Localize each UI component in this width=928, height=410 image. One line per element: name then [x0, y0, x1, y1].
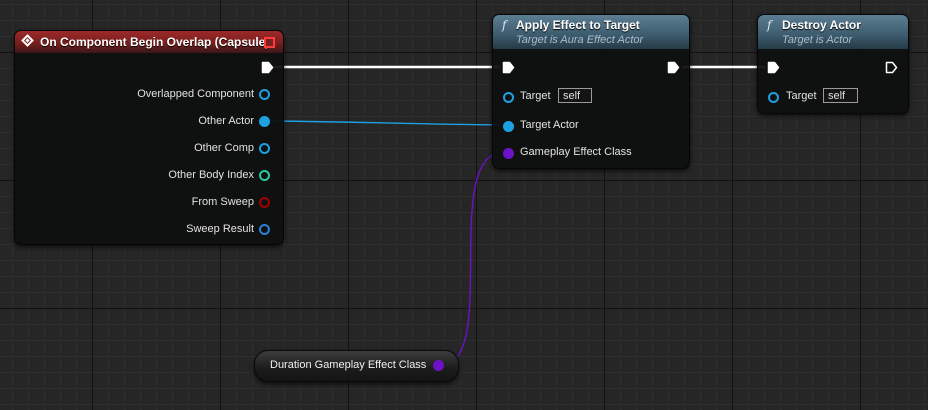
destroy-target-default-field[interactable]: self [823, 88, 858, 103]
other-comp-pin[interactable] [259, 143, 270, 154]
apply-effect-to-target-node[interactable]: f Apply Effect to Target Target is Aura … [492, 14, 690, 169]
pin-label-other-body-index: Other Body Index [168, 169, 254, 181]
apply-node-subtitle: Target is Aura Effect Actor [516, 34, 644, 46]
other-actor-wire[interactable] [267, 120, 505, 126]
event-red-square-icon [264, 37, 275, 48]
destroy-node-subtitle: Target is Actor [782, 34, 853, 46]
apply-target-label: Target [520, 90, 551, 102]
target-actor-pin[interactable] [503, 121, 514, 132]
overlapped-component-pin[interactable] [259, 89, 270, 100]
function-icon: f [502, 18, 507, 32]
target-actor-label: Target Actor [520, 119, 579, 131]
event-node-title: On Component Begin Overlap (Capsule) [40, 35, 270, 49]
destroy-target-pin[interactable] [768, 92, 779, 103]
pin-label-overlapped-component: Overlapped Component [137, 88, 254, 100]
event-exec-out-pin[interactable] [261, 61, 274, 74]
destroy-exec-in-pin[interactable] [767, 61, 780, 74]
pin-label-other-comp: Other Comp [194, 142, 254, 154]
sweep-result-pin[interactable] [259, 224, 270, 235]
apply-node-header[interactable]: f Apply Effect to Target Target is Aura … [493, 15, 689, 49]
pin-label-other-actor: Other Actor [198, 115, 254, 127]
from-sweep-pin[interactable] [259, 197, 270, 208]
apply-exec-out-pin[interactable] [667, 61, 680, 74]
apply-target-pin[interactable] [503, 92, 514, 103]
gameplay-effect-class-pin[interactable] [503, 148, 514, 159]
apply-node-title: Apply Effect to Target [516, 18, 640, 32]
variable-output-pin[interactable] [433, 360, 444, 371]
duration-gameplay-effect-class-variable-node[interactable]: Duration Gameplay Effect Class [254, 350, 459, 382]
other-body-index-pin[interactable] [259, 170, 270, 181]
pin-label-sweep-result: Sweep Result [186, 223, 254, 235]
apply-target-default-field[interactable]: self [558, 88, 592, 103]
gameplay-effect-class-label: Gameplay Effect Class [520, 146, 632, 158]
effect-class-wire[interactable] [440, 151, 505, 366]
pin-label-from-sweep: From Sweep [191, 196, 254, 208]
destroy-node-header[interactable]: f Destroy Actor Target is Actor [758, 15, 908, 49]
destroy-exec-out-pin[interactable] [885, 61, 898, 74]
apply-exec-in-pin[interactable] [502, 61, 515, 74]
function-icon: f [767, 18, 772, 32]
variable-node-label: Duration Gameplay Effect Class [270, 359, 427, 371]
destroy-target-label: Target [786, 90, 817, 102]
other-actor-pin[interactable] [259, 116, 270, 127]
event-diamond-icon [21, 34, 34, 47]
event-node-header[interactable]: On Component Begin Overlap (Capsule) [15, 31, 283, 53]
destroy-actor-node[interactable]: f Destroy Actor Target is Actor Target s… [757, 14, 909, 114]
on-component-begin-overlap-node[interactable]: On Component Begin Overlap (Capsule) Ove… [14, 30, 284, 245]
destroy-node-title: Destroy Actor [782, 18, 861, 32]
